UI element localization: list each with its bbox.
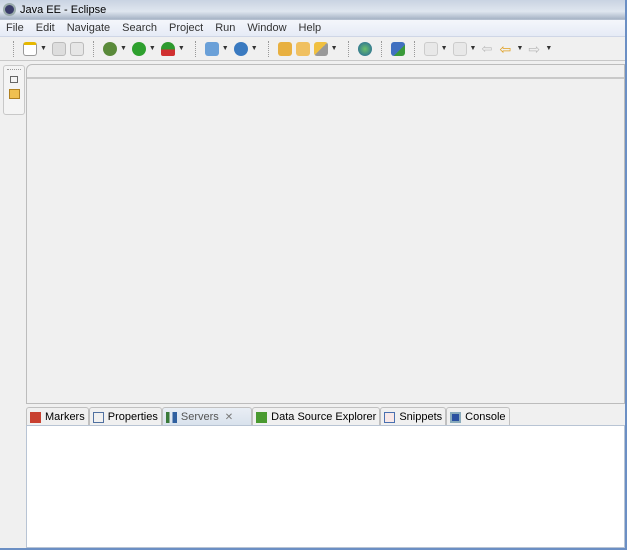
menu-window[interactable]: Window [241, 22, 292, 34]
menu-project[interactable]: Project [163, 22, 209, 34]
servers-icon [165, 411, 177, 423]
toolbar: ▼ ▼ ▼ ▼ ▼ ▼ ▼ ▼ ▼ ⇦ ⇦ ▼ ⇨ ▼ [0, 37, 625, 61]
menu-file[interactable]: File [0, 22, 30, 34]
tab-label: Data Source Explorer [271, 411, 377, 423]
chevron-down-icon[interactable]: ▼ [222, 45, 229, 52]
new-icon[interactable] [23, 41, 37, 56]
tab-label: Properties [107, 411, 158, 423]
menu-help[interactable]: Help [293, 22, 328, 34]
chevron-down-icon[interactable]: ▼ [331, 45, 338, 52]
title-bar: Java EE - Eclipse [0, 0, 625, 20]
properties-icon [92, 411, 104, 423]
snippets-icon [384, 411, 396, 423]
tab-snippets[interactable]: Snippets [380, 407, 447, 426]
chevron-down-icon[interactable]: ▼ [441, 45, 448, 52]
globe-icon[interactable] [357, 41, 372, 56]
restore-icon[interactable] [10, 76, 18, 83]
tab-properties[interactable]: Properties [88, 407, 162, 426]
eclipse-window: Java EE - Eclipse File Edit Navigate Sea… [0, 0, 627, 550]
tab-label: Console [465, 411, 506, 423]
eclipse-logo-icon [3, 3, 16, 16]
separator [194, 40, 196, 57]
project-explorer-icon[interactable] [8, 89, 20, 99]
tab-label: Servers [180, 411, 219, 423]
tab-data-source-explorer[interactable]: Data Source Explorer [252, 407, 381, 426]
close-icon[interactable]: ✕ [225, 412, 233, 423]
tab-label: Markers [45, 411, 85, 423]
servers-view-content[interactable] [26, 425, 625, 548]
separator [92, 40, 94, 57]
menu-search[interactable]: Search [116, 22, 163, 34]
next-annotation-icon[interactable] [423, 41, 438, 56]
chevron-down-icon[interactable]: ▼ [178, 45, 185, 52]
chevron-down-icon[interactable]: ▼ [545, 45, 552, 52]
separator [380, 40, 382, 57]
external-tools-icon[interactable] [160, 41, 175, 56]
data-source-icon [256, 411, 268, 423]
open-project-icon[interactable] [277, 41, 292, 56]
separator [267, 40, 269, 57]
chevron-down-icon[interactable]: ▼ [120, 45, 127, 52]
run-on-server-icon[interactable] [390, 41, 405, 56]
menu-edit[interactable]: Edit [30, 22, 61, 34]
chevron-down-icon[interactable]: ▼ [470, 45, 477, 52]
chevron-down-icon[interactable]: ▼ [516, 45, 523, 52]
forward-icon[interactable]: ⇨ [528, 42, 542, 56]
left-trim-stack [3, 65, 25, 115]
tab-console[interactable]: Console [446, 407, 510, 426]
window-title: Java EE - Eclipse [20, 3, 107, 16]
editor-tab-strip [27, 65, 624, 79]
tab-label: Snippets [399, 411, 443, 423]
markers-icon [30, 411, 41, 423]
menu-navigate[interactable]: Navigate [61, 22, 116, 34]
new-web-service-icon[interactable] [233, 41, 248, 56]
menu-bar: File Edit Navigate Search Project Run Wi… [0, 20, 625, 37]
chevron-down-icon[interactable]: ▼ [149, 45, 156, 52]
separator [347, 40, 349, 57]
run-icon[interactable] [131, 41, 146, 56]
chevron-down-icon[interactable]: ▼ [40, 45, 47, 52]
back-icon[interactable]: ⇦ [499, 42, 513, 56]
search-icon[interactable] [313, 41, 328, 56]
debug-icon[interactable] [102, 41, 117, 56]
bottom-view-tabs: Markers Properties Servers ✕ Data Source … [26, 406, 625, 426]
menu-run[interactable]: Run [209, 22, 241, 34]
print-icon[interactable] [69, 41, 84, 56]
save-icon[interactable] [51, 41, 66, 56]
previous-annotation-icon[interactable] [452, 41, 467, 56]
tab-servers[interactable]: Servers ✕ [161, 407, 253, 426]
open-folder-icon[interactable] [295, 41, 310, 56]
chevron-down-icon[interactable]: ▼ [251, 45, 258, 52]
console-icon [450, 411, 462, 423]
separator [413, 40, 415, 57]
editor-area [26, 64, 625, 404]
drag-handle[interactable] [7, 69, 21, 70]
tab-markers[interactable]: Markers [26, 407, 89, 426]
separator [13, 40, 14, 57]
new-server-icon[interactable] [204, 41, 219, 56]
last-edit-icon[interactable]: ⇦ [481, 41, 495, 56]
